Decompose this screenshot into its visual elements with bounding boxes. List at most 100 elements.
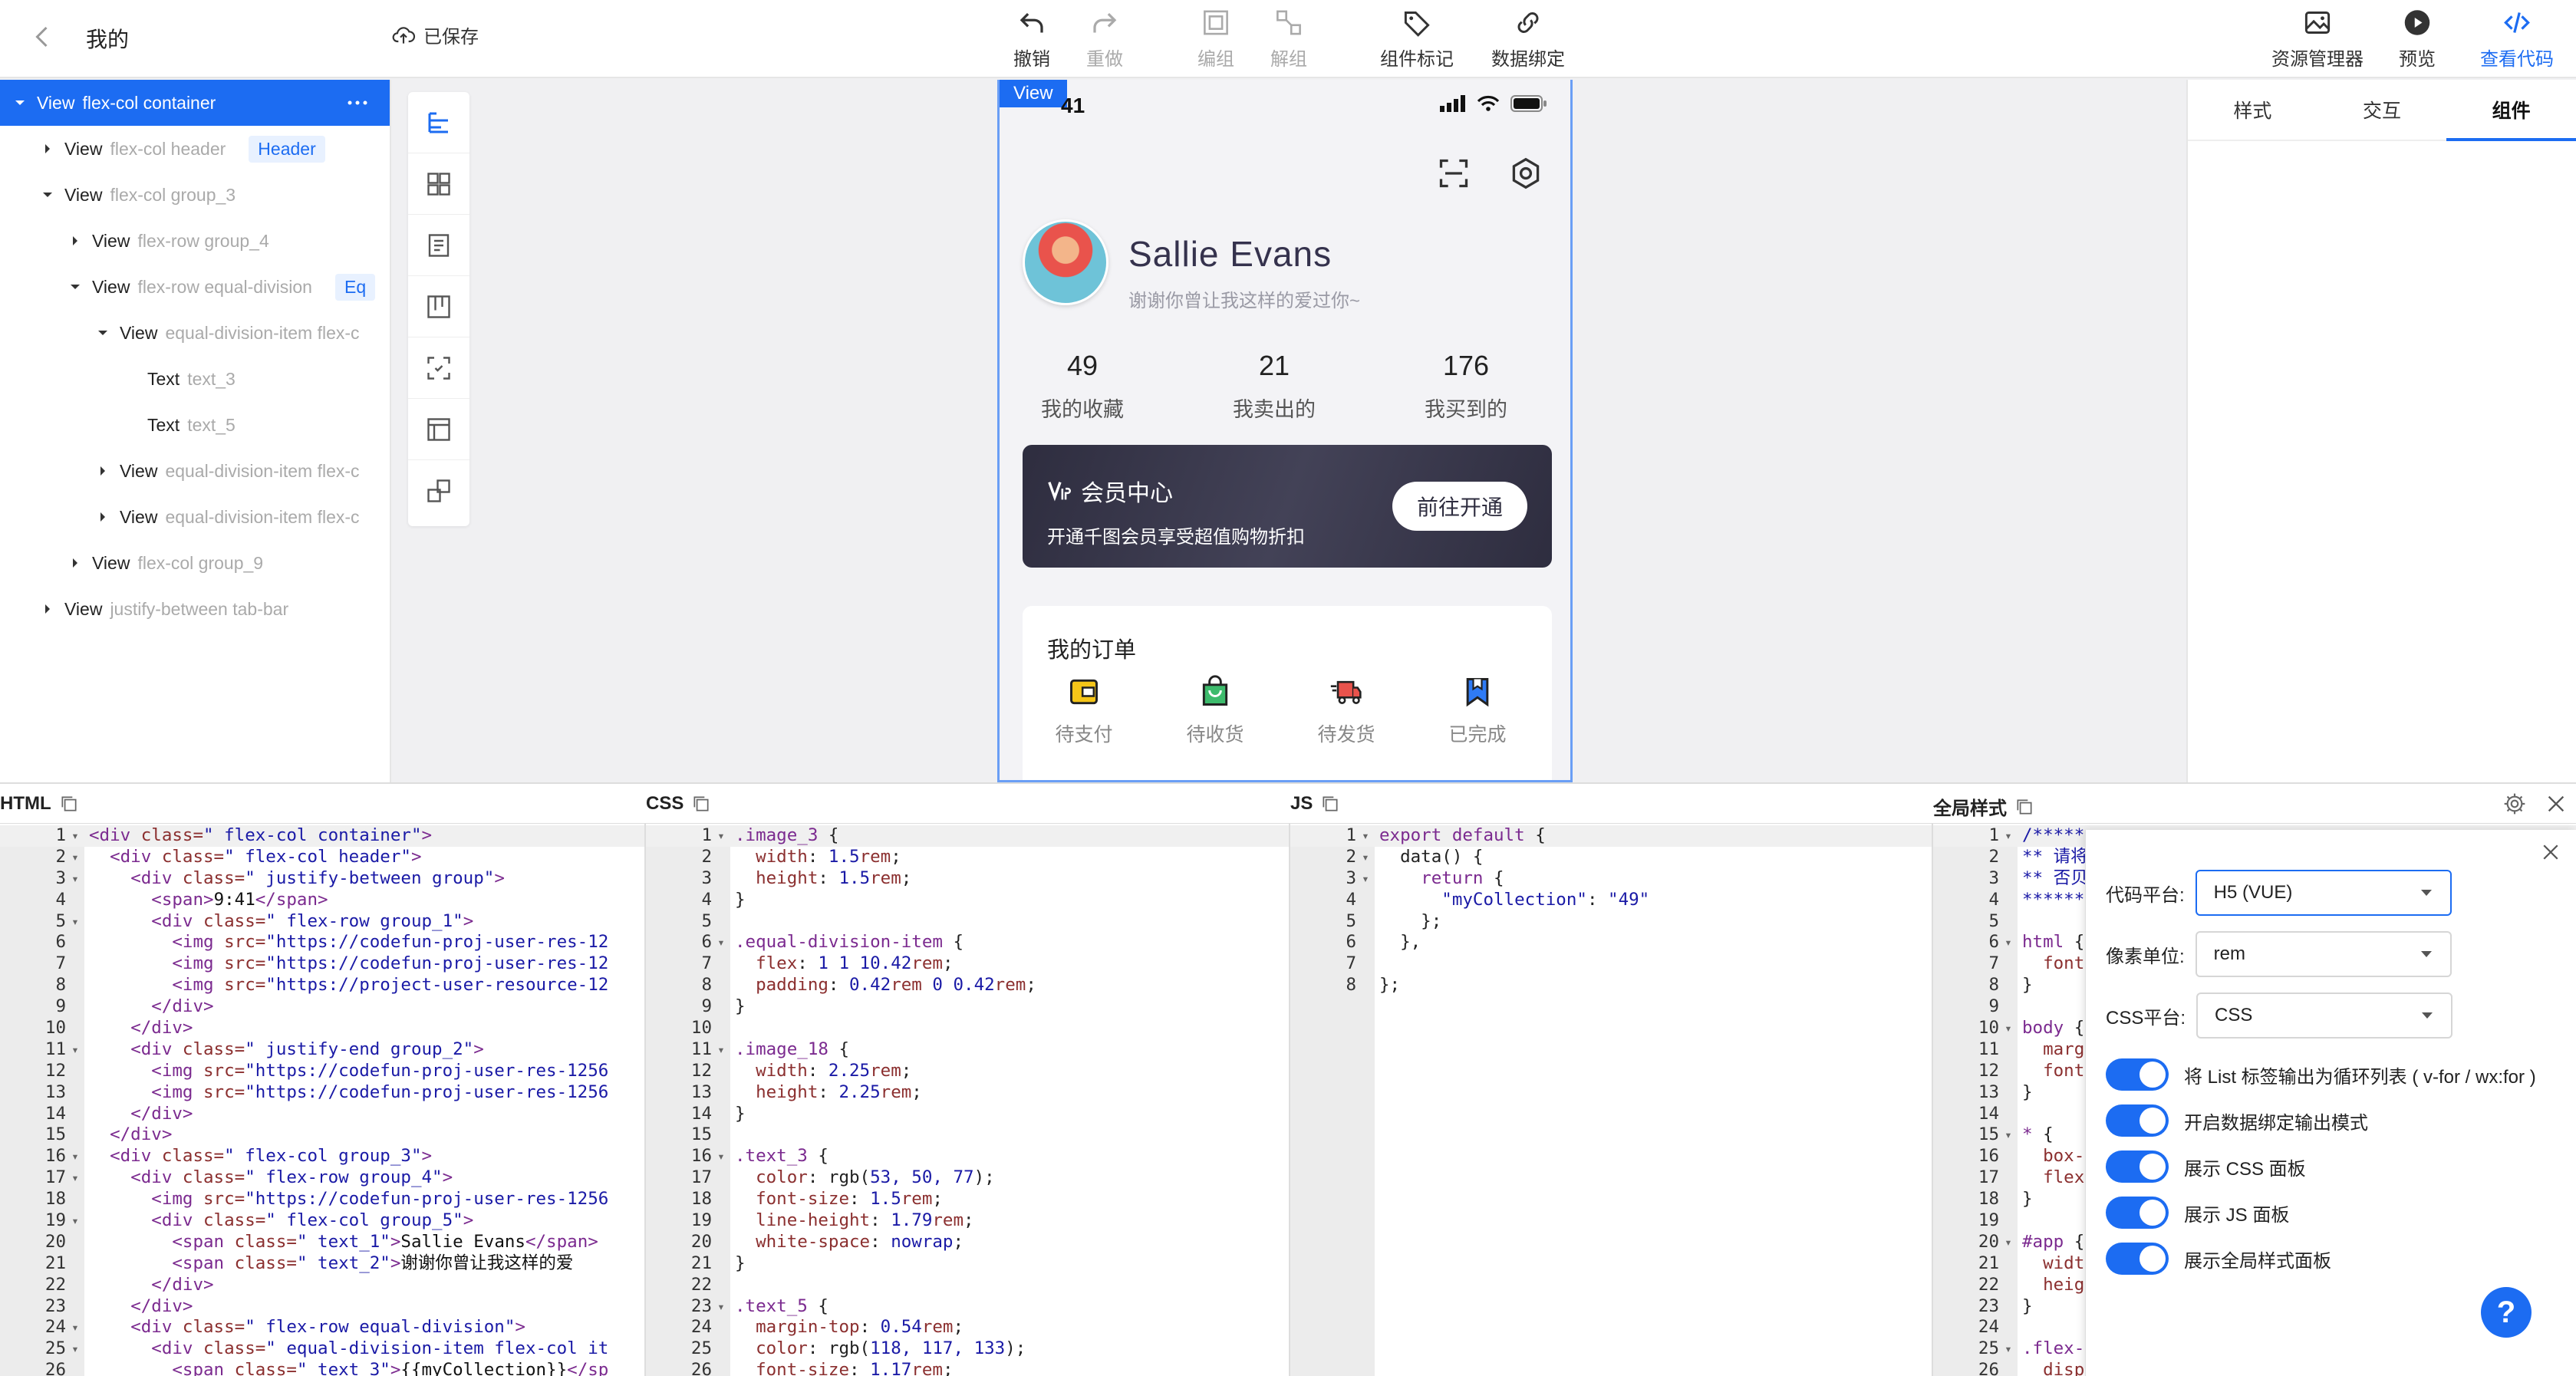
capture-button[interactable] xyxy=(408,337,469,399)
tree-row[interactable]: View flex-col container xyxy=(0,80,390,126)
fold-arrow-icon[interactable]: ▾ xyxy=(712,1296,730,1318)
view-code-button[interactable]: 查看代码 xyxy=(2467,8,2567,71)
order-completed[interactable]: 已完成 xyxy=(1431,675,1524,747)
phone-canvas[interactable]: View 41 Sallie Evans 谢谢你曾让我这样的爱过你~ 49 我的… xyxy=(997,80,1573,782)
tab-style[interactable]: 样式 xyxy=(2188,80,2317,140)
component-tag-button[interactable]: 组件标记 xyxy=(1375,8,1459,71)
order-pending-receipt[interactable]: 待收货 xyxy=(1169,675,1261,747)
fold-arrow-icon[interactable]: ▾ xyxy=(66,911,84,933)
tree-row[interactable]: View flex-col header Header xyxy=(0,126,390,172)
layers-button[interactable] xyxy=(408,92,469,153)
fold-arrow-icon[interactable]: ▾ xyxy=(66,847,84,868)
js-code-editor[interactable]: 1 ▾ export default {2 ▾ data() {3 ▾ return {… xyxy=(1290,825,1932,1376)
fold-arrow-icon[interactable]: ▾ xyxy=(1999,1232,2018,1253)
fold-arrow-icon[interactable]: ▾ xyxy=(1356,847,1375,868)
tree-row[interactable]: View flex-col group_3 xyxy=(0,172,390,218)
toggle-switch[interactable] xyxy=(2106,1197,2169,1229)
ungroup-button[interactable]: 解组 xyxy=(1247,8,1331,71)
tab-component[interactable]: 组件 xyxy=(2446,80,2576,141)
fold-arrow-icon[interactable]: ▾ xyxy=(712,1039,730,1061)
toggle-switch[interactable] xyxy=(2106,1058,2169,1091)
avatar[interactable] xyxy=(1023,219,1108,305)
tree-row[interactable]: View equal-division-item flex-c xyxy=(0,310,390,356)
group-button[interactable]: 编组 xyxy=(1174,8,1258,71)
code-text: } xyxy=(730,1253,746,1275)
undo-button[interactable]: 撤销 xyxy=(990,8,1074,71)
caret-down-icon[interactable] xyxy=(38,186,57,204)
tree-row[interactable]: View justify-between tab-bar xyxy=(0,586,390,632)
order-pending-payment[interactable]: 待支付 xyxy=(1038,675,1130,747)
stat-bought[interactable]: 176 我买到的 xyxy=(1389,350,1543,423)
fold-arrow-icon[interactable]: ▾ xyxy=(66,868,84,890)
fold-arrow-icon[interactable]: ▾ xyxy=(1999,1338,2018,1360)
unit-select[interactable]: rem xyxy=(2195,931,2452,977)
css-code-editor[interactable]: 1 ▾ .image_3 {2 width: 1.5rem; 3 height: 1.… xyxy=(646,825,1289,1376)
asset-manager-button[interactable]: 资源管理器 xyxy=(2260,8,2375,71)
more-icon[interactable] xyxy=(347,94,368,112)
caret-right-icon[interactable] xyxy=(66,554,84,572)
preview-button[interactable]: 预览 xyxy=(2375,8,2459,71)
tree-row[interactable]: View equal-division-item flex-c xyxy=(0,494,390,540)
fold-arrow-icon[interactable]: ▾ xyxy=(1356,868,1375,890)
template-button[interactable] xyxy=(408,399,469,460)
vip-open-button[interactable]: 前往开通 xyxy=(1392,482,1527,531)
back-arrow-icon[interactable] xyxy=(29,23,57,51)
fold-arrow-icon[interactable]: ▾ xyxy=(712,932,730,953)
close-icon[interactable] xyxy=(2539,841,2562,864)
copy-icon[interactable] xyxy=(1320,794,1340,814)
fold-arrow-icon[interactable]: ▾ xyxy=(1356,825,1375,847)
caret-right-icon[interactable] xyxy=(38,600,57,618)
copy-icon[interactable] xyxy=(2014,797,2034,817)
page-button[interactable] xyxy=(408,215,469,276)
fold-arrow-icon[interactable]: ▾ xyxy=(1999,825,2018,847)
vip-banner[interactable]: 会员中心 开通千图会员享受超值购物折扣 前往开通 xyxy=(1023,445,1552,568)
fold-arrow-icon[interactable]: ▾ xyxy=(66,1146,84,1167)
html-code-editor[interactable]: 1 ▾ <div class=" flex-col container"> 2 ▾ <d… xyxy=(0,825,644,1376)
layout-button[interactable] xyxy=(408,276,469,337)
fold-arrow-icon[interactable]: ▾ xyxy=(712,825,730,847)
data-binding-button[interactable]: 数据绑定 xyxy=(1486,8,1570,71)
assets-button[interactable] xyxy=(408,460,469,522)
tree-row[interactable]: View flex-row group_4 xyxy=(0,218,390,264)
stat-sold[interactable]: 21 我卖出的 xyxy=(1197,350,1351,423)
caret-down-icon[interactable] xyxy=(94,324,112,342)
fold-arrow-icon[interactable]: ▾ xyxy=(1999,1124,2018,1146)
fold-arrow-icon[interactable]: ▾ xyxy=(66,1338,84,1360)
fold-arrow-icon[interactable]: ▾ xyxy=(1999,932,2018,953)
tree-row[interactable]: Text text_5 xyxy=(0,402,390,448)
tree-row[interactable]: View equal-division-item flex-c xyxy=(0,448,390,494)
settings-icon[interactable] xyxy=(1509,156,1543,190)
fold-arrow-icon[interactable]: ▾ xyxy=(66,1317,84,1338)
fold-arrow-icon[interactable]: ▾ xyxy=(66,1039,84,1061)
fold-arrow-icon[interactable]: ▾ xyxy=(712,1146,730,1167)
toggle-switch[interactable] xyxy=(2106,1104,2169,1137)
caret-right-icon[interactable] xyxy=(66,232,84,250)
platform-select[interactable]: H5 (VUE) xyxy=(2195,870,2452,916)
caret-right-icon[interactable] xyxy=(94,462,112,480)
fold-arrow-icon[interactable]: ▾ xyxy=(1999,1018,2018,1039)
toggle-switch[interactable] xyxy=(2106,1243,2169,1275)
copy-icon[interactable] xyxy=(59,794,79,814)
toggle-switch[interactable] xyxy=(2106,1151,2169,1183)
css-platform-select[interactable]: CSS xyxy=(2196,992,2453,1039)
caret-right-icon[interactable] xyxy=(94,508,112,526)
close-icon[interactable] xyxy=(2545,793,2567,815)
help-button[interactable]: ? xyxy=(2481,1287,2532,1338)
redo-button[interactable]: 重做 xyxy=(1062,8,1147,71)
scan-icon[interactable] xyxy=(1437,156,1471,190)
caret-down-icon[interactable] xyxy=(66,278,84,296)
fold-arrow-icon[interactable]: ▾ xyxy=(66,1210,84,1232)
fold-arrow-icon[interactable]: ▾ xyxy=(66,825,84,847)
caret-down-icon[interactable] xyxy=(11,94,29,112)
components-button[interactable] xyxy=(408,153,469,215)
caret-right-icon[interactable] xyxy=(38,140,57,158)
gear-icon[interactable] xyxy=(2502,792,2527,816)
fold-arrow-icon[interactable]: ▾ xyxy=(66,1167,84,1189)
stat-collection[interactable]: 49 我的收藏 xyxy=(1006,350,1159,423)
tree-row[interactable]: View flex-col group_9 xyxy=(0,540,390,586)
tree-row[interactable]: Text text_3 xyxy=(0,356,390,402)
copy-icon[interactable] xyxy=(691,794,711,814)
tree-row[interactable]: View flex-row equal-division Eq xyxy=(0,264,390,310)
tab-interaction[interactable]: 交互 xyxy=(2317,80,2447,140)
order-pending-shipment[interactable]: 待发货 xyxy=(1300,675,1392,747)
